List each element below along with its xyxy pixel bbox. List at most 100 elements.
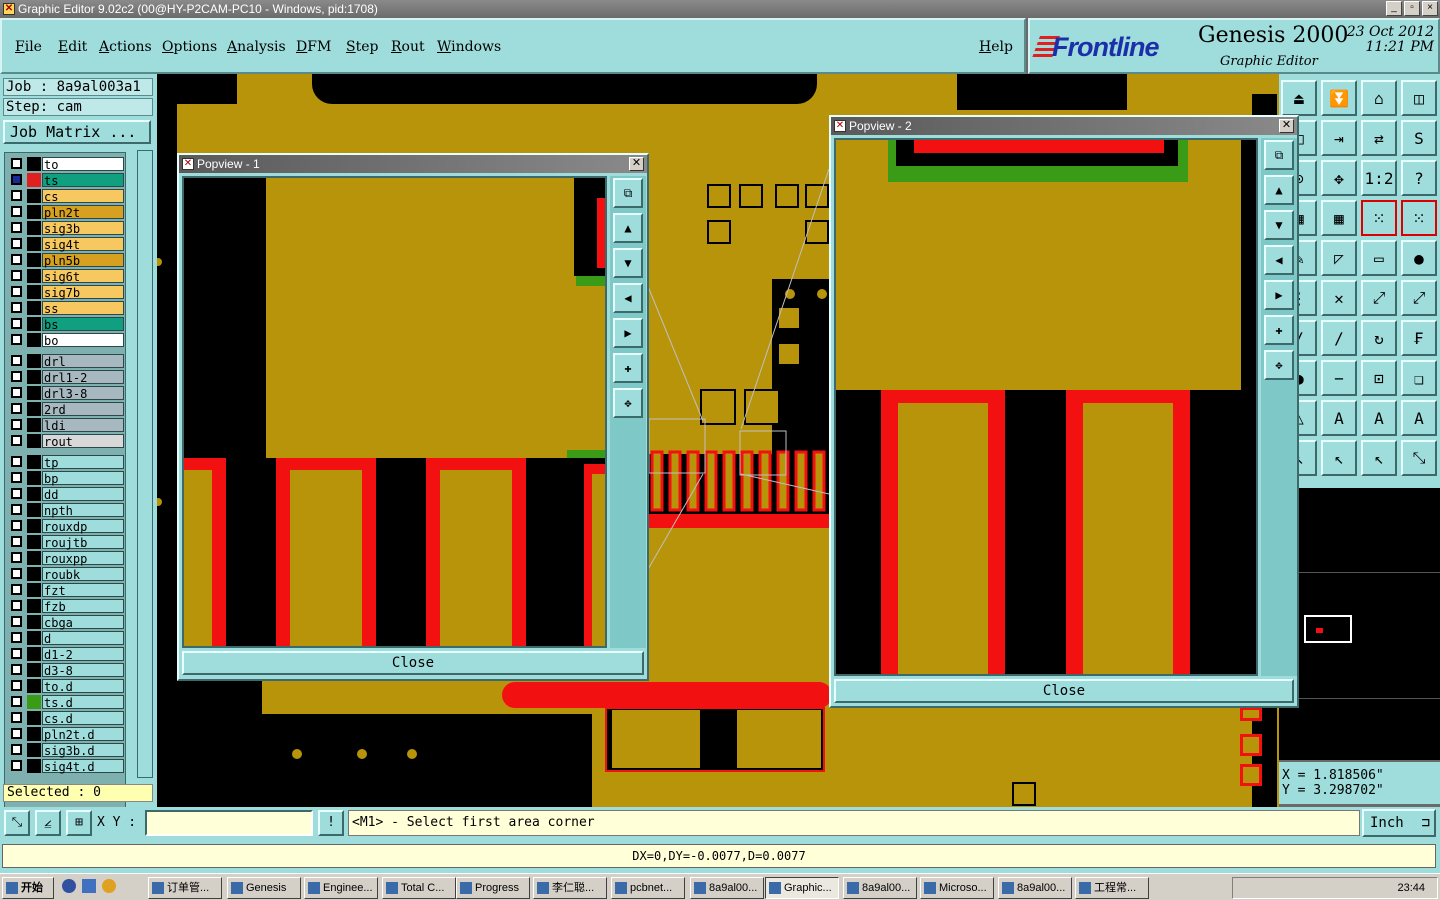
layer-name[interactable]: d1-2 <box>42 647 124 662</box>
connect-icon[interactable]: ⤢ <box>1361 280 1397 316</box>
layer-checkbox[interactable] <box>11 334 22 345</box>
layer-name[interactable]: to <box>42 157 124 172</box>
pan-down-icon[interactable]: ▼ <box>613 248 643 278</box>
layer-checkbox[interactable] <box>11 520 22 531</box>
layer-color-swatch[interactable] <box>27 759 41 773</box>
layer-checkbox[interactable] <box>11 206 22 217</box>
maximize-button[interactable]: ▫ <box>1404 1 1420 16</box>
home-down-icon[interactable]: ⏬ <box>1321 80 1357 116</box>
layer-row-sig3b[interactable]: sig3b <box>7 221 125 236</box>
layer-checkbox[interactable] <box>11 190 22 201</box>
layer-row-bo[interactable]: bo <box>7 333 125 348</box>
layer-checkbox[interactable] <box>11 680 22 691</box>
layer-row-d3-8[interactable]: d3-8 <box>7 663 125 678</box>
taskbar-item[interactable]: 8a9al00... <box>998 877 1072 899</box>
layer-row-drl[interactable]: drl <box>7 354 125 369</box>
job-matrix-button[interactable]: Job Matrix ... <box>3 120 151 144</box>
window-icon[interactable]: ◫ <box>1401 80 1437 116</box>
layer-checkbox[interactable] <box>11 435 22 446</box>
layer-row-bp[interactable]: bp <box>7 471 125 486</box>
taskbar-item[interactable]: pcbnet... <box>611 877 685 899</box>
layer-row-rouxdp[interactable]: rouxdp <box>7 519 125 534</box>
pan-right-icon[interactable]: ▶ <box>613 318 643 348</box>
menu-file[interactable]: File <box>15 39 42 55</box>
layer-row-ts[interactable]: ts <box>7 173 125 188</box>
layer-color-swatch[interactable] <box>27 370 41 384</box>
layer-name[interactable]: roujtb <box>42 535 124 550</box>
zoom-fit-icon[interactable]: ⧉ <box>613 178 643 208</box>
close-window-button[interactable]: × <box>1422 1 1438 16</box>
layer-row-sig7b[interactable]: sig7b <box>7 285 125 300</box>
popview-1-close-x[interactable]: ✕ <box>629 157 644 171</box>
layer-color-swatch[interactable] <box>27 402 41 416</box>
layer-checkbox[interactable] <box>11 302 22 313</box>
layer-row-rouxpp[interactable]: rouxpp <box>7 551 125 566</box>
layer-list-scrollbar[interactable] <box>137 150 153 778</box>
layer-color-swatch[interactable] <box>27 727 41 741</box>
layer-row-fzb[interactable]: fzb <box>7 599 125 614</box>
layer-row-sig3b.d[interactable]: sig3b.d <box>7 743 125 758</box>
taskbar-item[interactable]: Total C... <box>382 877 456 899</box>
layer-row-roubk[interactable]: roubk <box>7 567 125 582</box>
layer-name[interactable]: rouxdp <box>42 519 124 534</box>
swap-icon[interactable]: ⇄ <box>1361 120 1397 156</box>
layer-color-swatch[interactable] <box>27 253 41 267</box>
layer-row-sig4t[interactable]: sig4t <box>7 237 125 252</box>
zoom-in-icon[interactable]: ✚ <box>613 353 643 383</box>
layer-color-swatch[interactable] <box>27 471 41 485</box>
layer-name[interactable]: d <box>42 631 124 646</box>
layer-checkbox[interactable] <box>11 632 22 643</box>
layer-color-swatch[interactable] <box>27 157 41 171</box>
layer-name[interactable]: rouxpp <box>42 551 124 566</box>
layer-row-pln2t.d[interactable]: pln2t.d <box>7 727 125 742</box>
minimize-button[interactable]: _ <box>1386 1 1402 16</box>
layer-checkbox[interactable] <box>11 504 22 515</box>
next-icon[interactable]: ⇥ <box>1321 120 1357 156</box>
snake-icon[interactable]: S <box>1401 120 1437 156</box>
zoom-fit-icon[interactable]: ⧉ <box>1264 140 1294 170</box>
layer-checkbox[interactable] <box>11 355 22 366</box>
layer-color-swatch[interactable] <box>27 333 41 347</box>
pan-down-icon[interactable]: ▼ <box>1264 210 1294 240</box>
snap-icon[interactable]: ⤡ <box>4 810 30 836</box>
layer-name[interactable]: fzt <box>42 583 124 598</box>
layer-color-swatch[interactable] <box>27 189 41 203</box>
xy-input[interactable] <box>145 810 313 836</box>
layer-name[interactable]: fzb <box>42 599 124 614</box>
dimension-icon[interactable]: ⊡ <box>1361 360 1397 396</box>
layer-checkbox[interactable] <box>11 664 22 675</box>
menu-help[interactable]: Help <box>979 39 1013 55</box>
layer-name[interactable]: cbga <box>42 615 124 630</box>
layer-row-bs[interactable]: bs <box>7 317 125 332</box>
diagonal-icon[interactable]: ⤢ <box>1401 280 1437 316</box>
move-icon[interactable]: ✥ <box>1321 160 1357 196</box>
feature-select-icon[interactable]: ⁙ <box>1401 200 1437 236</box>
ie-icon[interactable] <box>62 879 76 893</box>
layer-name[interactable]: npth <box>42 503 124 518</box>
home-icon[interactable]: ⌂ <box>1361 80 1397 116</box>
pan-left-icon[interactable]: ◀ <box>613 283 643 313</box>
menu-rout[interactable]: Rout <box>391 39 425 55</box>
layer-checkbox[interactable] <box>11 387 22 398</box>
layer-name[interactable]: pln2t.d <box>42 727 124 742</box>
menu-step[interactable]: Step <box>346 39 378 55</box>
slash-red-icon[interactable]: ∕ <box>1321 320 1357 356</box>
layer-name[interactable]: cs <box>42 189 124 204</box>
layer-name[interactable]: bp <box>42 471 124 486</box>
layer-row-tp[interactable]: tp <box>7 455 125 470</box>
layer-color-swatch[interactable] <box>27 583 41 597</box>
layer-checkbox[interactable] <box>11 222 22 233</box>
layer-checkbox[interactable] <box>11 174 22 185</box>
layer-row-cbga[interactable]: cbga <box>7 615 125 630</box>
layer-name[interactable]: sig4t.d <box>42 759 124 774</box>
layer-row-roujtb[interactable]: roujtb <box>7 535 125 550</box>
layer-checkbox[interactable] <box>11 600 22 611</box>
menu-actions[interactable]: Actions <box>99 39 152 55</box>
layer-name[interactable]: bs <box>42 317 124 332</box>
layer-row-cs[interactable]: cs <box>7 189 125 204</box>
layer-row-cs.d[interactable]: cs.d <box>7 711 125 726</box>
popview-2-view[interactable] <box>834 138 1258 676</box>
arrow-icon[interactable]: ↖ <box>1321 440 1357 476</box>
layer-color-swatch[interactable] <box>27 551 41 565</box>
units-dropdown[interactable]: Inch ⊐ <box>1362 809 1436 837</box>
